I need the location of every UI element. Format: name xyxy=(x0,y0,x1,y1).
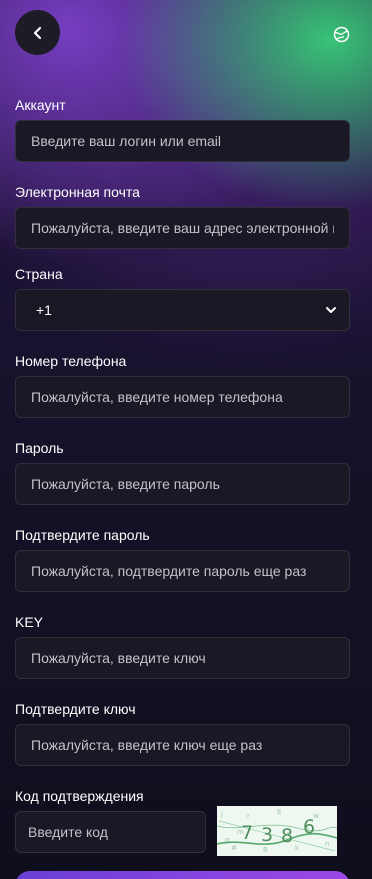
password-label: Пароль xyxy=(15,440,64,456)
key-label: KEY xyxy=(15,614,44,630)
verification-code-label: Код подтверждения xyxy=(15,788,144,804)
email-input[interactable] xyxy=(15,207,350,249)
svg-text:B: B xyxy=(263,846,268,854)
chevron-down-icon xyxy=(326,307,336,313)
confirm-password-label: Подтвердите пароль xyxy=(15,527,150,543)
svg-text:j: j xyxy=(220,810,223,818)
language-button[interactable] xyxy=(332,25,350,43)
captcha-digit: 7 xyxy=(241,822,253,844)
verification-code-input[interactable] xyxy=(15,811,206,853)
confirm-key-input[interactable] xyxy=(15,724,350,766)
email-label: Электронная почта xyxy=(15,184,140,200)
key-input[interactable] xyxy=(15,637,350,679)
phone-input[interactable] xyxy=(15,376,350,418)
svg-text:#: # xyxy=(231,844,237,852)
chevron-left-icon xyxy=(33,26,41,39)
confirm-key-label: Подтвердите ключ xyxy=(15,701,136,717)
phone-label: Номер телефона xyxy=(15,353,127,369)
captcha-digit: 8 xyxy=(281,825,293,847)
captcha-digit: 3 xyxy=(261,824,273,846)
back-button[interactable] xyxy=(15,10,60,55)
svg-text:E: E xyxy=(277,808,281,816)
svg-text:n: n xyxy=(325,840,329,848)
password-input[interactable] xyxy=(15,463,350,505)
confirm-password-input[interactable] xyxy=(15,550,350,592)
captcha-image[interactable]: j # r BEk wnm qhg 7 3 8 6 xyxy=(217,806,337,856)
svg-text:r: r xyxy=(247,812,250,820)
svg-text:k: k xyxy=(295,844,300,852)
country-select-value: +1 xyxy=(36,302,52,318)
globe-icon xyxy=(333,26,349,42)
country-select[interactable]: +1 xyxy=(15,289,350,331)
captcha-digit: 6 xyxy=(303,816,315,838)
account-input[interactable] xyxy=(15,120,350,162)
country-label: Страна xyxy=(15,266,63,282)
submit-button[interactable] xyxy=(15,871,350,879)
account-label: Аккаунт xyxy=(15,97,66,113)
